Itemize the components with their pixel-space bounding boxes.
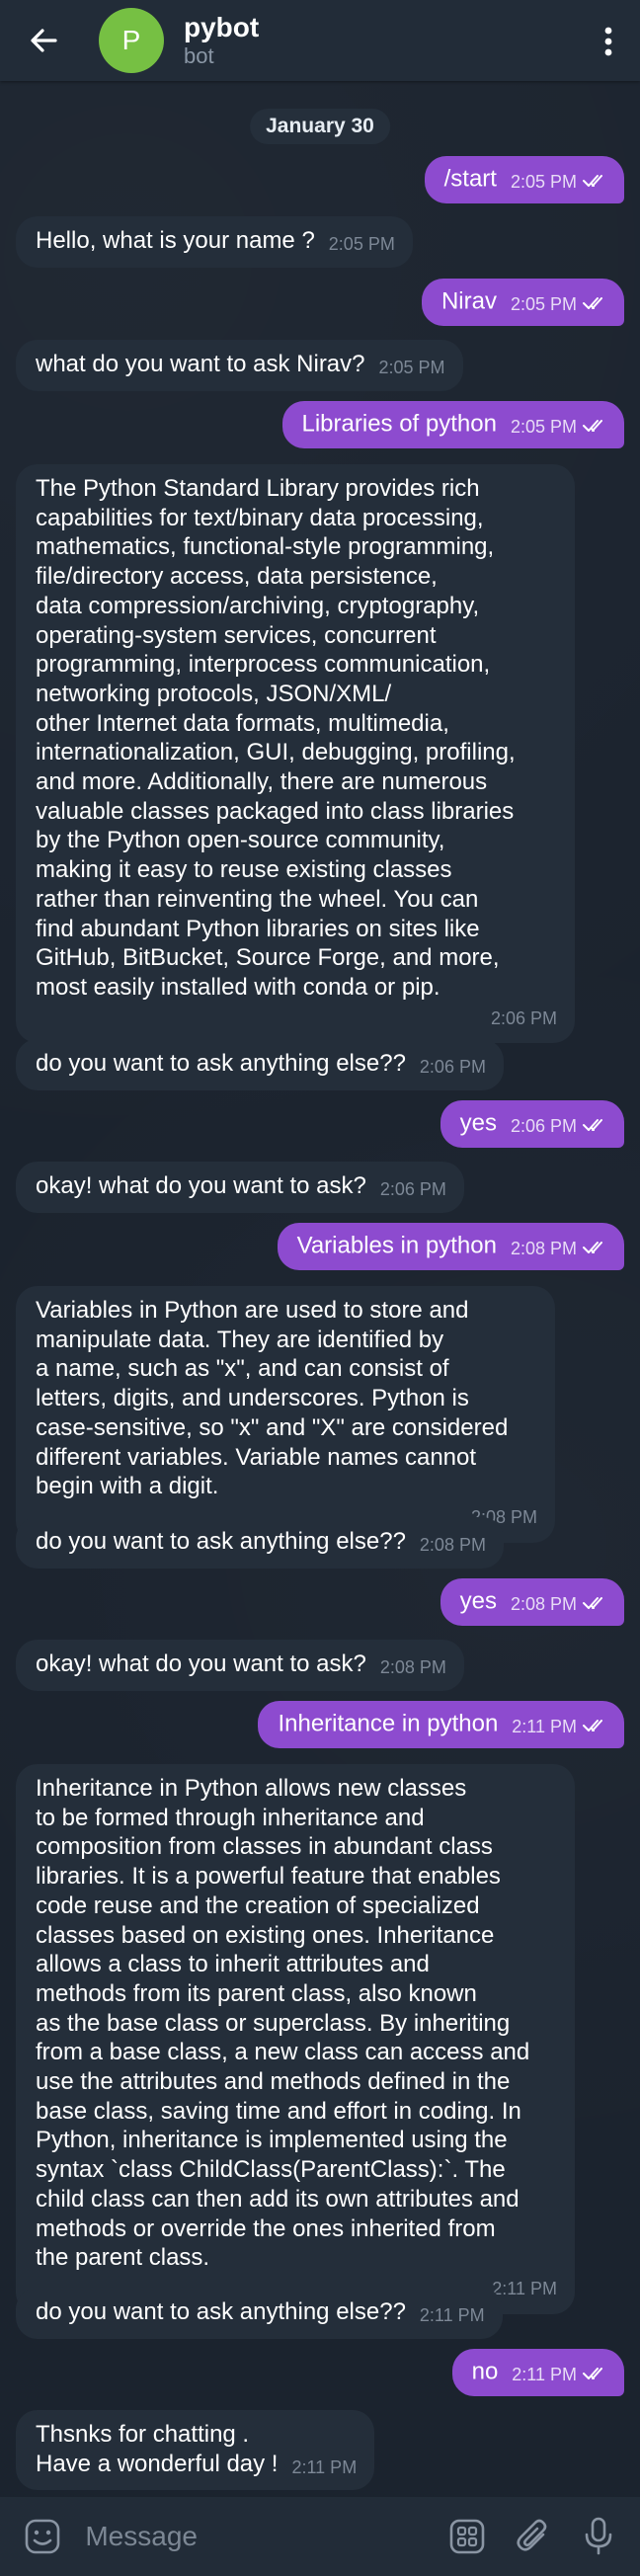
message-incoming[interactable]: Thsnks for chatting . Have a wonderful d…	[16, 2410, 375, 2491]
read-check-icon	[583, 297, 602, 310]
message-outgoing[interactable]: Inheritance in python 2:11 PM	[258, 1701, 624, 1749]
message-incoming[interactable]: Variables in Python are used to store an…	[16, 1286, 555, 1543]
message-time: 2:06 PM	[510, 1116, 577, 1136]
message-time: 2:08 PM	[379, 1657, 446, 1677]
bot-menu-icon	[450, 2519, 485, 2554]
message-text: what do you want to ask Nirav?	[36, 351, 365, 377]
message-outgoing[interactable]: yes 2:06 PM	[440, 1100, 624, 1149]
message-outgoing[interactable]: /start 2:05 PM	[424, 156, 624, 204]
message-meta: 2:11 PM	[512, 1713, 608, 1742]
message-time: 2:06 PM	[490, 1007, 557, 1028]
message-time: 2:05 PM	[328, 234, 395, 254]
message-text: Thsnks for chatting . Have a wonderful d…	[36, 2421, 279, 2477]
message-text: do you want to ask anything else??	[36, 1050, 406, 1077]
message-text: Inheritance in Python allows new classes…	[36, 1775, 530, 2272]
read-check-icon	[583, 1242, 602, 1254]
message-meta: 2:11 PM	[512, 2361, 608, 2390]
message-incoming[interactable]: what do you want to ask Nirav? 2:05 PM	[16, 340, 463, 391]
emoji-button[interactable]	[20, 2512, 65, 2561]
more-menu-button[interactable]	[591, 20, 626, 63]
message-text: Nirav	[440, 287, 497, 315]
message-time: 2:08 PM	[419, 1535, 486, 1555]
chat-screen: P pybot bot January 30 /start 2:05 PM Hel…	[0, 0, 640, 2576]
message-incoming[interactable]: do you want to ask anything else?? 2:08 P…	[16, 1517, 504, 1569]
more-vertical-icon	[604, 27, 612, 56]
message-time: 2:05 PM	[510, 172, 577, 192]
attach-icon	[517, 2519, 546, 2551]
microphone-icon	[585, 2517, 612, 2555]
message-text: Variables in python	[296, 1232, 497, 1259]
message-incoming[interactable]: Inheritance in Python allows new classes…	[16, 1764, 575, 2314]
read-check-icon	[583, 1720, 602, 1732]
message-text: The Python Standard Library provides ric…	[36, 475, 516, 1001]
read-check-icon	[583, 1597, 602, 1610]
message-time: 2:08 PM	[510, 1239, 577, 1258]
message-incoming[interactable]: Hello, what is your name ? 2:05 PM	[16, 216, 413, 268]
chat-header: P pybot bot	[0, 0, 640, 81]
message-meta: 2:08 PM	[511, 1235, 608, 1264]
message-text: do you want to ask anything else??	[36, 2298, 406, 2325]
message-list[interactable]: January 30 /start 2:05 PM Hello, what is …	[0, 81, 640, 2497]
message-time: 2:11 PM	[512, 1717, 577, 1736]
message-meta: 2:05 PM	[511, 413, 608, 443]
message-input[interactable]	[83, 2520, 444, 2553]
voice-button[interactable]	[575, 2511, 622, 2562]
message-text: no	[471, 2358, 499, 2385]
read-check-icon	[583, 420, 602, 433]
message-incoming[interactable]: okay! what do you want to ask? 2:06 PM	[16, 1162, 464, 1213]
message-incoming[interactable]: okay! what do you want to ask? 2:08 PM	[16, 1640, 464, 1691]
message-text: Libraries of python	[301, 410, 497, 438]
message-text: yes	[459, 1109, 497, 1137]
chat-subtitle: bot	[184, 43, 214, 68]
message-text: /start	[443, 165, 497, 193]
message-incoming[interactable]: The Python Standard Library provides ric…	[16, 464, 575, 1044]
message-time: 2:06 PM	[419, 1057, 486, 1077]
message-text: do you want to ask anything else??	[36, 1528, 406, 1555]
read-check-icon	[583, 2368, 602, 2380]
message-incoming[interactable]: do you want to ask anything else?? 2:11 P…	[16, 2288, 503, 2339]
message-outgoing[interactable]: Nirav 2:05 PM	[421, 279, 624, 327]
message-text: Variables in Python are used to store an…	[36, 1297, 509, 1500]
message-outgoing[interactable]: no 2:11 PM	[451, 2349, 624, 2397]
message-text: okay! what do you want to ask?	[36, 1172, 366, 1199]
message-meta: 2:06 PM	[511, 1112, 608, 1142]
read-check-icon	[583, 1119, 602, 1132]
message-time: 2:05 PM	[510, 417, 577, 437]
message-time: 2:08 PM	[510, 1594, 577, 1614]
message-time: 2:05 PM	[378, 358, 445, 377]
avatar[interactable]: P	[99, 8, 164, 73]
message-outgoing[interactable]: yes 2:08 PM	[440, 1578, 624, 1627]
message-text: yes	[459, 1587, 497, 1615]
bot-menu-button[interactable]	[443, 2511, 491, 2562]
message-outgoing[interactable]: Libraries of python 2:05 PM	[281, 401, 624, 449]
back-button[interactable]	[0, 0, 87, 81]
message-meta: 2:08 PM	[511, 1590, 608, 1620]
message-composer	[0, 2497, 640, 2576]
message-time: 2:06 PM	[379, 1179, 446, 1199]
attach-button[interactable]	[510, 2511, 557, 2562]
message-time: 2:11 PM	[291, 2456, 358, 2477]
message-outgoing[interactable]: Variables in python 2:08 PM	[277, 1223, 624, 1271]
message-text: Hello, what is your name ?	[36, 227, 315, 254]
message-time: 2:05 PM	[510, 294, 577, 314]
emoji-icon	[25, 2519, 60, 2554]
back-arrow-icon	[31, 29, 57, 52]
message-meta: 2:05 PM	[511, 168, 608, 198]
message-incoming[interactable]: do you want to ask anything else?? 2:06 P…	[16, 1039, 504, 1090]
message-time: 2:11 PM	[512, 2365, 577, 2384]
date-separator: January 30	[250, 109, 390, 144]
read-check-icon	[583, 175, 602, 188]
message-text: okay! what do you want to ask?	[36, 1650, 366, 1677]
chat-title: pybot	[184, 12, 260, 42]
message-meta: 2:05 PM	[511, 290, 608, 320]
chat-title-block[interactable]: pybot bot	[184, 12, 259, 69]
message-time: 2:11 PM	[419, 2305, 485, 2325]
message-text: Inheritance in python	[278, 1710, 499, 1737]
